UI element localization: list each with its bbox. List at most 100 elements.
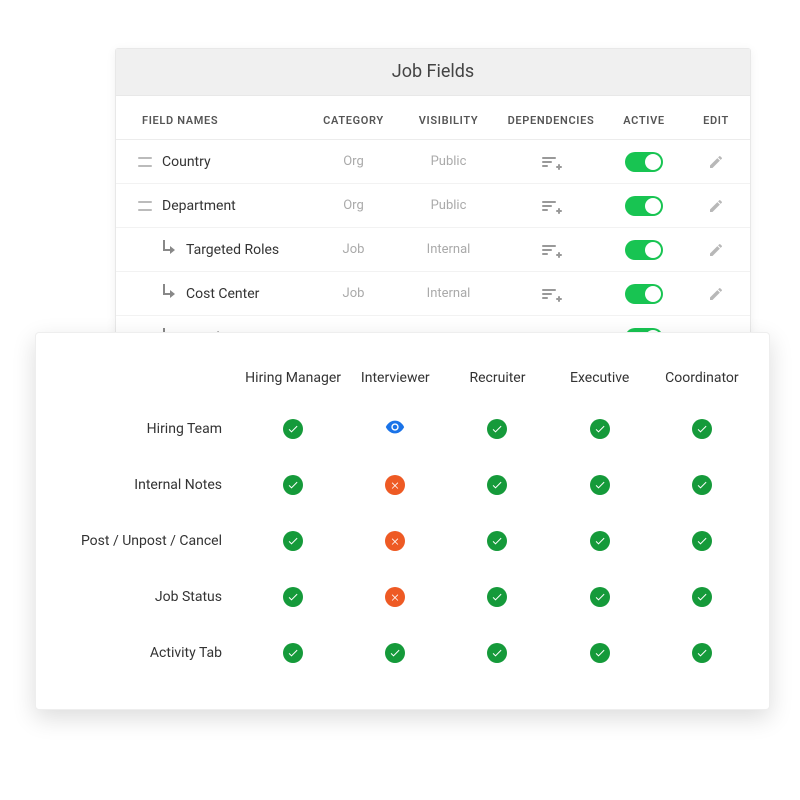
pencil-icon: [708, 242, 724, 258]
perm-cell[interactable]: [549, 643, 651, 663]
field-name-label: Country: [162, 154, 211, 170]
active-toggle[interactable]: [606, 152, 682, 172]
col-field-names: FIELD NAMES: [116, 114, 306, 127]
drag-handle-icon[interactable]: [138, 201, 152, 211]
check-icon: [385, 643, 405, 663]
col-hiring-manager: Hiring Manager: [242, 370, 344, 386]
x-icon: [385, 587, 405, 607]
permissions-matrix: Hiring Manager Interviewer Recruiter Exe…: [52, 355, 753, 681]
perm-cell[interactable]: [446, 475, 548, 495]
check-icon: [283, 475, 303, 495]
pencil-icon: [708, 198, 724, 214]
job-fields-header-row: FIELD NAMES CATEGORY VISIBILITY DEPENDEN…: [116, 96, 750, 140]
perm-cell[interactable]: [344, 587, 446, 607]
col-visibility: VISIBILITY: [401, 114, 496, 127]
pencil-icon: [708, 154, 724, 170]
child-arrow-icon: [162, 287, 176, 301]
perm-cell[interactable]: [651, 419, 753, 439]
row-job-status: Job Status: [52, 589, 242, 605]
perm-cell[interactable]: [549, 531, 651, 551]
list-add-icon: [542, 201, 560, 211]
dependencies-button[interactable]: [496, 289, 606, 299]
active-toggle[interactable]: [606, 196, 682, 216]
edit-button[interactable]: [708, 286, 724, 302]
check-icon: [590, 475, 610, 495]
col-category: CATEGORY: [306, 114, 401, 127]
perm-cell[interactable]: [344, 643, 446, 663]
edit-button[interactable]: [708, 198, 724, 214]
perm-cell[interactable]: [651, 587, 753, 607]
perm-cell[interactable]: [242, 531, 344, 551]
perm-cell[interactable]: [344, 475, 446, 495]
pencil-icon: [708, 286, 724, 302]
perm-cell[interactable]: [651, 643, 753, 663]
field-visibility: Internal: [401, 286, 496, 301]
col-recruiter: Recruiter: [446, 370, 548, 386]
row-internal-notes: Internal Notes: [52, 477, 242, 493]
perm-cell[interactable]: [242, 419, 344, 439]
active-toggle[interactable]: [606, 240, 682, 260]
list-add-icon: [542, 245, 560, 255]
perm-cell[interactable]: [549, 475, 651, 495]
perm-cell[interactable]: [549, 419, 651, 439]
field-name-cell: Targeted Roles: [116, 242, 306, 258]
col-edit: EDIT: [682, 114, 750, 127]
field-category: Org: [306, 154, 401, 169]
perm-cell[interactable]: [344, 531, 446, 551]
field-visibility: Internal: [401, 242, 496, 257]
check-icon: [590, 419, 610, 439]
field-name-cell: Department: [116, 198, 306, 214]
dependencies-button[interactable]: [496, 245, 606, 255]
perm-cell[interactable]: [242, 587, 344, 607]
check-icon: [590, 587, 610, 607]
check-icon: [487, 587, 507, 607]
perm-cell[interactable]: [651, 475, 753, 495]
perm-cell[interactable]: [446, 643, 548, 663]
col-dependencies: DEPENDENCIES: [496, 114, 606, 127]
field-name-label: Cost Center: [186, 286, 259, 302]
check-icon: [487, 475, 507, 495]
field-name-cell: Cost Center: [116, 286, 306, 302]
field-row: Department Org Public: [116, 184, 750, 228]
field-row: Cost Center Job Internal: [116, 272, 750, 316]
perm-cell[interactable]: [651, 531, 753, 551]
field-visibility: Public: [401, 198, 496, 213]
col-active: ACTIVE: [606, 114, 682, 127]
field-category: Job: [306, 242, 401, 257]
dependencies-button[interactable]: [496, 201, 606, 211]
check-icon: [283, 531, 303, 551]
dependencies-button[interactable]: [496, 157, 606, 167]
col-coordinator: Coordinator: [651, 370, 753, 386]
x-icon: [385, 475, 405, 495]
perm-cell[interactable]: [446, 531, 548, 551]
check-icon: [283, 643, 303, 663]
check-icon: [590, 643, 610, 663]
check-icon: [487, 531, 507, 551]
check-icon: [692, 475, 712, 495]
perm-cell[interactable]: [344, 416, 446, 442]
edit-button[interactable]: [708, 154, 724, 170]
check-icon: [283, 587, 303, 607]
edit-button[interactable]: [708, 242, 724, 258]
perm-cell[interactable]: [446, 587, 548, 607]
perm-cell[interactable]: [446, 419, 548, 439]
field-name-cell: Country: [116, 154, 306, 170]
job-fields-panel: Job Fields FIELD NAMES CATEGORY VISIBILI…: [115, 48, 751, 361]
check-icon: [692, 587, 712, 607]
field-visibility: Public: [401, 154, 496, 169]
drag-handle-icon[interactable]: [138, 157, 152, 167]
check-icon: [283, 419, 303, 439]
field-name-label: Department: [162, 198, 236, 214]
field-row: Country Org Public: [116, 140, 750, 184]
perm-cell[interactable]: [242, 643, 344, 663]
field-category: Org: [306, 198, 401, 213]
list-add-icon: [542, 157, 560, 167]
check-icon: [692, 419, 712, 439]
perm-cell[interactable]: [242, 475, 344, 495]
check-icon: [692, 643, 712, 663]
eye-icon: [384, 416, 406, 442]
active-toggle[interactable]: [606, 284, 682, 304]
perm-cell[interactable]: [549, 587, 651, 607]
check-icon: [590, 531, 610, 551]
check-icon: [487, 419, 507, 439]
